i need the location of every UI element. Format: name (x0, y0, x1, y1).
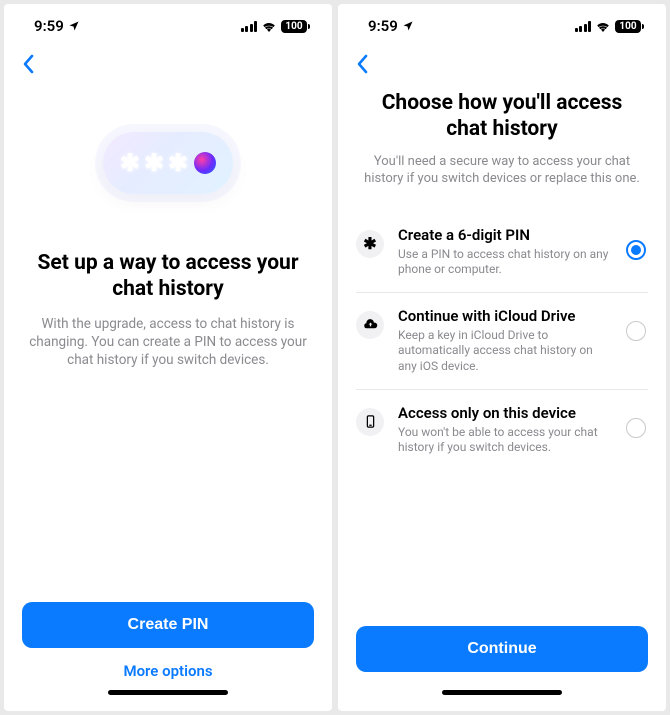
page-title: Set up a way to access your chat history (22, 250, 314, 303)
continue-button[interactable]: Continue (356, 626, 648, 672)
page-subtitle: With the upgrade, access to chat history… (22, 315, 314, 370)
option-title: Create a 6-digit PIN (398, 226, 612, 244)
status-left: 9:59 (34, 17, 80, 35)
page-title: Choose how you'll access chat history (356, 90, 648, 143)
battery-indicator: 100 (281, 20, 310, 33)
gradient-orb-icon (194, 152, 216, 174)
more-options-link[interactable]: More options (22, 648, 314, 686)
location-arrow-icon (68, 20, 80, 32)
content-area: ✱ ✱ ✱ Set up a way to access your chat h… (4, 84, 332, 711)
battery-level: 100 (281, 20, 307, 33)
option-desc: Use a PIN to access chat history on any … (398, 247, 612, 278)
cellular-signal-icon (575, 21, 592, 32)
phone-device-icon (356, 408, 384, 436)
back-button[interactable] (350, 50, 374, 82)
option-create-pin[interactable]: ✱ Create a 6-digit PIN Use a PIN to acce… (356, 212, 648, 292)
asterisk-icon: ✱ (168, 151, 188, 175)
status-bar: 9:59 100 (4, 4, 332, 48)
bottom-actions: Continue (356, 626, 648, 711)
options-list: ✱ Create a 6-digit PIN Use a PIN to acce… (356, 212, 648, 470)
status-time: 9:59 (368, 17, 398, 35)
wifi-icon (261, 20, 277, 32)
battery-level: 100 (615, 20, 641, 33)
status-time: 9:59 (34, 17, 64, 35)
bottom-actions: Create PIN More options (22, 602, 314, 711)
asterisk-icon: ✱ (120, 151, 140, 175)
cloud-upload-icon (356, 311, 384, 339)
option-icloud-drive[interactable]: Continue with iCloud Drive Keep a key in… (356, 292, 648, 389)
nav-bar (338, 48, 666, 84)
back-button[interactable] (16, 50, 40, 82)
page-subtitle: You'll need a secure way to access your … (356, 153, 648, 188)
option-title: Access only on this device (398, 404, 612, 422)
chevron-left-icon (22, 54, 34, 74)
screen-intro: 9:59 100 ✱ ✱ ✱ Set up a way to access yo (4, 4, 332, 711)
radio-unselected[interactable] (626, 418, 646, 438)
radio-selected[interactable] (626, 240, 646, 260)
option-desc: You won't be able to access your chat hi… (398, 425, 612, 456)
option-text: Create a 6-digit PIN Use a PIN to access… (398, 226, 612, 278)
cellular-signal-icon (241, 21, 258, 32)
hero-illustration: ✱ ✱ ✱ (22, 132, 314, 194)
status-right: 100 (241, 20, 311, 33)
home-indicator[interactable] (108, 690, 228, 695)
pin-pill-icon: ✱ ✱ ✱ (103, 132, 233, 194)
status-right: 100 (575, 20, 645, 33)
nav-bar (4, 48, 332, 84)
radio-unselected[interactable] (626, 321, 646, 341)
status-left: 9:59 (368, 17, 414, 35)
option-text: Continue with iCloud Drive Keep a key in… (398, 307, 612, 375)
status-bar: 9:59 100 (338, 4, 666, 48)
option-title: Continue with iCloud Drive (398, 307, 612, 325)
asterisk-icon: ✱ (144, 151, 164, 175)
option-this-device[interactable]: Access only on this device You won't be … (356, 389, 648, 470)
chevron-left-icon (356, 54, 368, 74)
asterisk-icon: ✱ (356, 230, 384, 258)
content-area: Choose how you'll access chat history Yo… (338, 84, 666, 711)
home-indicator[interactable] (442, 690, 562, 695)
wifi-icon (595, 20, 611, 32)
option-text: Access only on this device You won't be … (398, 404, 612, 456)
battery-indicator: 100 (615, 20, 644, 33)
option-desc: Keep a key in iCloud Drive to automatica… (398, 328, 612, 375)
create-pin-button[interactable]: Create PIN (22, 602, 314, 648)
location-arrow-icon (402, 20, 414, 32)
screen-choose-method: 9:59 100 Choose how you'll access chat h… (338, 4, 666, 711)
